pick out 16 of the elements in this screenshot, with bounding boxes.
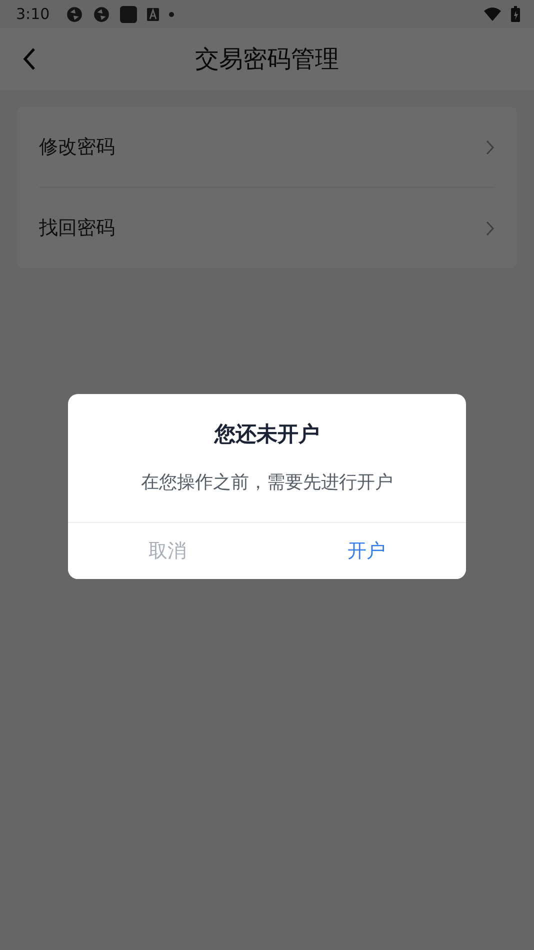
wifi-icon [484, 7, 501, 21]
battery-icon [511, 6, 520, 22]
dialog-message: 在您操作之前，需要先进行开户 [141, 471, 393, 494]
chevron-icon [486, 140, 495, 154]
menu-item[interactable]: 找回密码 [39, 215, 115, 241]
status-time: 3:10 [16, 5, 50, 23]
notification-icon [66, 6, 83, 22]
notification-icon [92, 6, 110, 22]
page-title: 交易密码管理 [195, 44, 339, 75]
back-icon[interactable] [22, 47, 36, 71]
menu-item[interactable]: 修改密码 [39, 134, 115, 160]
dot-icon [168, 12, 174, 16]
app-icon [120, 6, 137, 22]
dialog-title: 您还未开户 [214, 421, 320, 448]
chevron-icon [486, 220, 495, 236]
keyboard-icon [146, 8, 159, 20]
